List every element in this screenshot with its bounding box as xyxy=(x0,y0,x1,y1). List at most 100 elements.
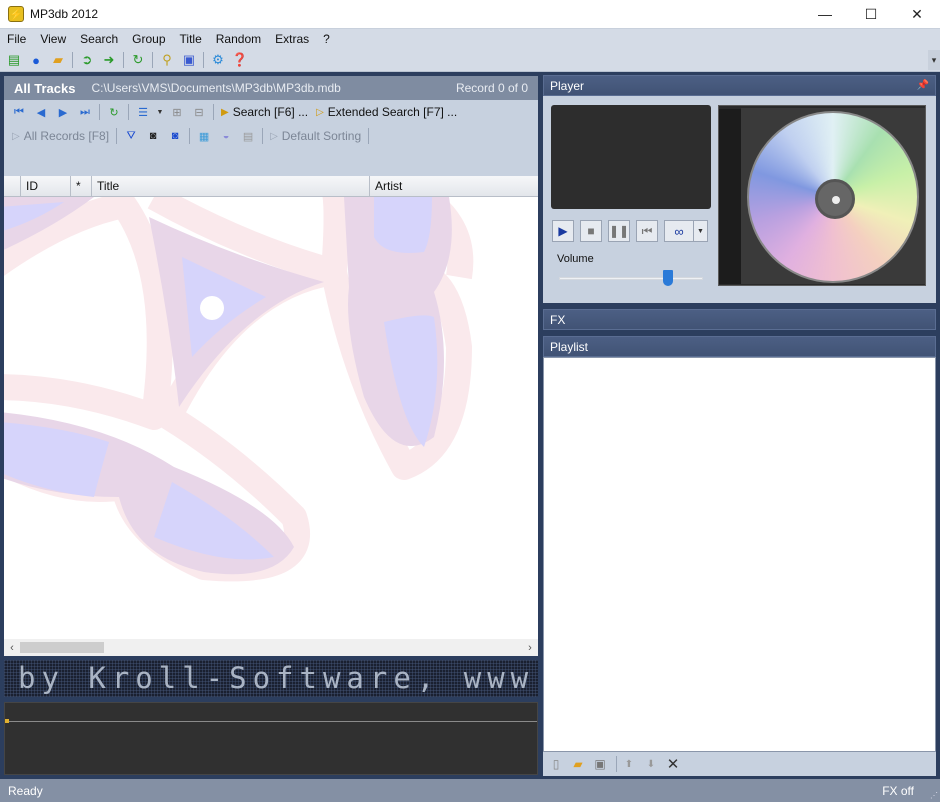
close-button[interactable]: ✕ xyxy=(894,0,940,28)
filter-icon[interactable]: ⛛ xyxy=(122,127,140,145)
menu-view[interactable]: View xyxy=(33,32,73,46)
find-next-icon[interactable]: ◙ xyxy=(166,127,184,145)
tracks-grid[interactable] xyxy=(4,197,538,639)
help-icon[interactable]: ❓ xyxy=(231,51,249,69)
report-icon[interactable]: ▤ xyxy=(239,127,257,145)
extended-search-button[interactable]: Extended Search [F7] ... xyxy=(328,105,457,119)
volume-slider-track[interactable] xyxy=(559,277,703,280)
column-id[interactable]: ID xyxy=(21,176,71,196)
fx-header[interactable]: FX xyxy=(543,309,936,330)
menu-file[interactable]: File xyxy=(0,32,33,46)
column-star[interactable]: * xyxy=(71,176,92,196)
toolbar-overflow-button[interactable]: ▾ xyxy=(928,50,940,70)
player-display xyxy=(551,105,711,209)
move-down-icon[interactable]: ⬇ xyxy=(642,755,660,773)
export-icon[interactable]: ➜ xyxy=(100,51,118,69)
group-icon[interactable]: ☰ xyxy=(134,103,152,121)
first-record-icon[interactable]: ⏮ xyxy=(10,103,28,121)
minimize-button[interactable]: — xyxy=(802,0,848,28)
menu-extras[interactable]: Extras xyxy=(268,32,316,46)
menu-help[interactable]: ? xyxy=(316,32,337,46)
tracks-panel: All Tracks C:\Users\VMS\Documents\MP3db\… xyxy=(4,76,538,656)
status-bar: Ready FX off ⋰ xyxy=(0,779,940,802)
player-header: Player 📌 xyxy=(543,75,936,96)
menu-title[interactable]: Title xyxy=(173,32,209,46)
toolbar-separator xyxy=(368,128,370,144)
settings-icon[interactable]: ⚙ xyxy=(209,51,227,69)
visualization-marker xyxy=(5,719,9,723)
last-record-icon[interactable]: ⏭ xyxy=(76,103,94,121)
volume-slider-thumb[interactable] xyxy=(663,270,674,286)
fx-status: FX off xyxy=(882,783,914,798)
cd-cover-icon[interactable]: ▣ xyxy=(180,51,198,69)
menu-group[interactable]: Group xyxy=(125,32,172,46)
search-arrow-icon: ▶ xyxy=(221,106,229,118)
toolbar-separator xyxy=(616,756,617,772)
new-record-icon[interactable]: ▤ xyxy=(5,51,23,69)
previous-record-icon[interactable]: ◀ xyxy=(32,103,50,121)
cd-case-spine xyxy=(719,109,741,284)
pause-button[interactable]: ❚❚ xyxy=(608,220,630,242)
collapse-all-icon[interactable]: ⊟ xyxy=(190,103,208,121)
menu-bar: File View Search Group Title Random Extr… xyxy=(0,28,940,49)
stop-button[interactable]: ■ xyxy=(580,220,602,242)
all-records-arrow-icon: ▷ xyxy=(12,130,20,142)
pin-icon[interactable]: 📌 xyxy=(917,80,929,91)
window-title: MP3db 2012 xyxy=(30,7,99,21)
toolbar-separator xyxy=(203,52,204,68)
horizontal-scrollbar[interactable]: ‹ › xyxy=(4,639,538,656)
menu-search[interactable]: Search xyxy=(73,32,125,46)
search-button[interactable]: Search [F6] ... xyxy=(233,105,308,119)
row-selector-header xyxy=(4,176,21,196)
play-button[interactable]: ▶ xyxy=(552,220,574,242)
database-icon[interactable]: ▦ xyxy=(195,127,213,145)
play-disc-icon[interactable]: ● xyxy=(27,51,45,69)
expand-all-icon[interactable]: ⊞ xyxy=(168,103,186,121)
playlist-toolbar: ▯ ▰ ▣ ⬆ ⬇ ✕ xyxy=(543,752,936,776)
refresh-icon[interactable]: ↻ xyxy=(129,51,147,69)
maximize-button[interactable]: ☐ xyxy=(848,0,894,28)
scroll-left-icon[interactable]: ‹ xyxy=(4,642,20,654)
fx-title: FX xyxy=(550,312,566,327)
move-up-icon[interactable]: ⬆ xyxy=(620,755,638,773)
toolbar-separator xyxy=(99,104,100,120)
toolbar-separator xyxy=(72,52,73,68)
all-records-button[interactable]: All Records [F8] xyxy=(24,129,109,143)
scrollbar-thumb[interactable] xyxy=(20,642,104,653)
record-counter: Record 0 of 0 xyxy=(455,81,528,95)
toolbar-separator xyxy=(262,128,264,144)
toolbar-separator xyxy=(152,52,153,68)
scrolling-ticker: by Kroll-Software, www. xyxy=(4,660,538,697)
status-text: Ready xyxy=(8,783,43,798)
column-artist[interactable]: Artist xyxy=(370,176,538,196)
find-icon[interactable]: ◙ xyxy=(144,127,162,145)
search-tag-icon[interactable]: ⚲ xyxy=(158,51,176,69)
toolbar-separator xyxy=(123,52,124,68)
column-title[interactable]: Title xyxy=(92,176,370,196)
resize-grip-icon[interactable]: ⋰ xyxy=(930,791,938,800)
background-watermark xyxy=(4,197,474,582)
player-title: Player xyxy=(550,78,585,93)
scroll-right-icon[interactable]: › xyxy=(522,642,538,654)
loop-button[interactable]: ∞ xyxy=(664,220,694,242)
album-cover xyxy=(718,105,926,286)
group-dropdown-icon[interactable]: ▼ xyxy=(156,103,164,121)
remove-icon[interactable]: ✕ xyxy=(664,755,682,773)
open-playlist-icon[interactable]: ▰ xyxy=(569,755,587,773)
playlist-list[interactable] xyxy=(543,357,936,752)
volume-label: Volume xyxy=(557,253,594,265)
save-playlist-icon[interactable]: ▣ xyxy=(591,755,609,773)
refresh-icon[interactable]: ↻ xyxy=(105,103,123,121)
menu-random[interactable]: Random xyxy=(209,32,268,46)
app-logo-icon: ⚡ xyxy=(8,6,24,22)
previous-track-button[interactable]: ⏮ xyxy=(636,220,658,242)
title-bar: ⚡ MP3db 2012 — ☐ ✕ xyxy=(0,0,940,28)
new-playlist-icon[interactable]: ▯ xyxy=(547,755,565,773)
import-icon[interactable]: ➲ xyxy=(78,51,96,69)
visualization-baseline xyxy=(5,721,537,722)
clear-icon[interactable]: ◒ xyxy=(217,127,235,145)
next-record-icon[interactable]: ▶ xyxy=(54,103,72,121)
open-folder-icon[interactable]: ▰ xyxy=(49,51,67,69)
sorting-button[interactable]: Default Sorting xyxy=(282,129,361,143)
loop-dropdown-button[interactable]: ▼ xyxy=(694,220,708,242)
